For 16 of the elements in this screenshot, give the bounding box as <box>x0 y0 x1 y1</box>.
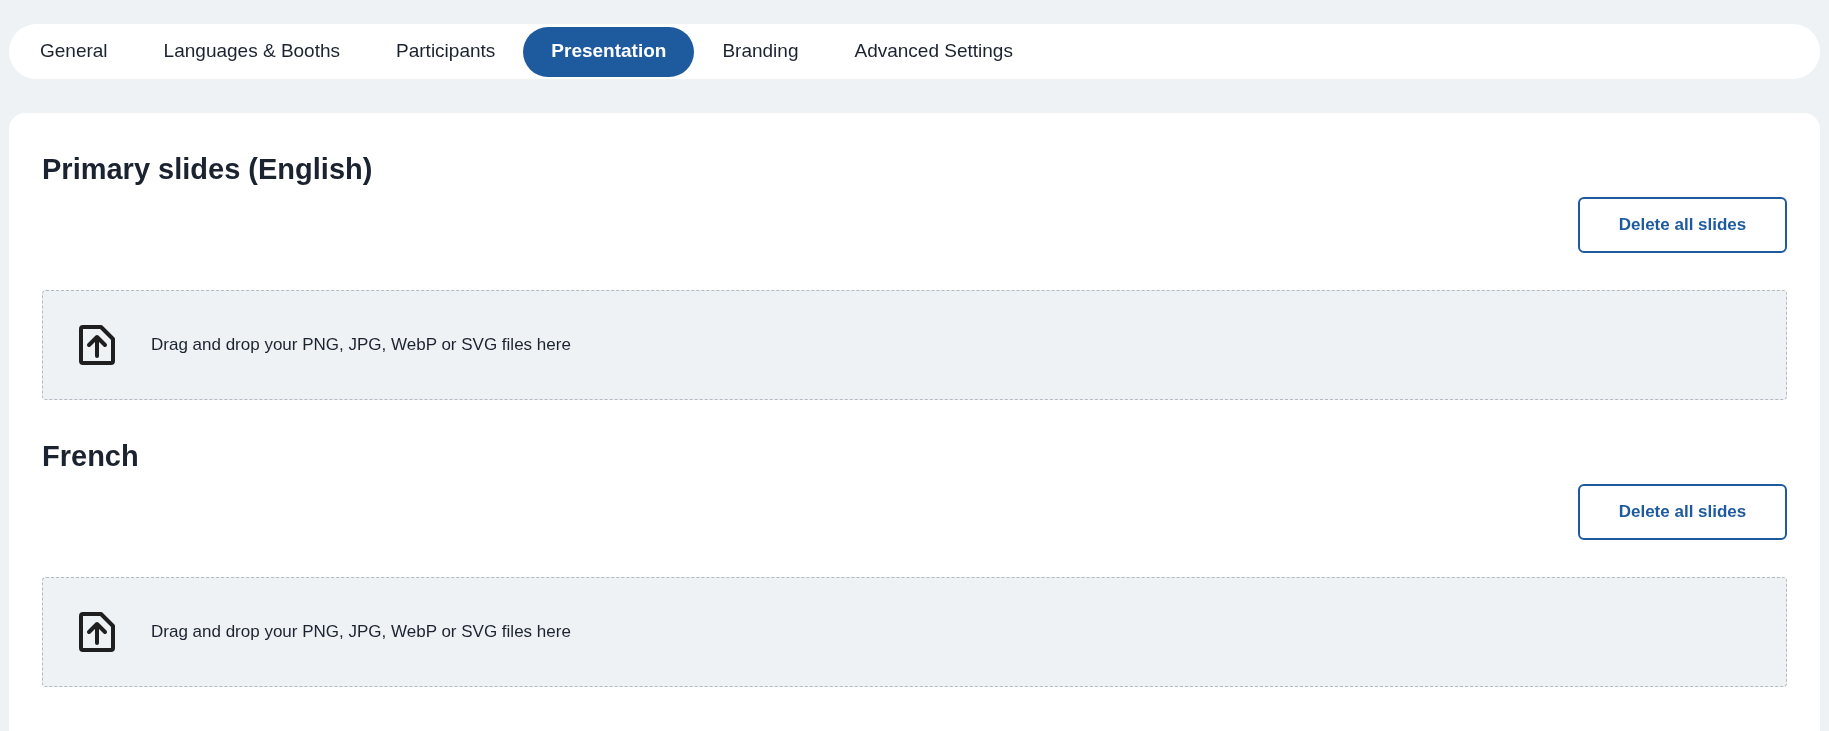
tab[interactable]: Advanced Settings <box>826 26 1041 77</box>
file-upload-icon <box>77 610 117 654</box>
file-dropzone[interactable]: Drag and drop your PNG, JPG, WebP or SVG files here <box>42 290 1787 400</box>
tab[interactable]: Participants <box>368 26 524 77</box>
dropzone-hint: Drag and drop your PNG, JPG, WebP or SVG files here <box>151 334 571 357</box>
file-dropzone[interactable]: Drag and drop your PNG, JPG, WebP or SVG files here <box>42 577 1787 687</box>
delete-all-slides-button[interactable]: Delete all slides <box>1578 484 1787 540</box>
tab[interactable]: Languages & Booths <box>135 26 369 77</box>
dropzone-hint: Drag and drop your PNG, JPG, WebP or SVG files here <box>151 621 571 644</box>
tab[interactable]: Branding <box>694 26 827 77</box>
delete-all-slides-button[interactable]: Delete all slides <box>1578 197 1787 253</box>
file-upload-icon <box>77 323 117 367</box>
section-heading: Primary slides (English) <box>42 152 374 187</box>
tab[interactable]: Presentation <box>523 26 695 77</box>
section-heading: French <box>42 439 140 474</box>
tab[interactable]: General <box>12 26 136 77</box>
